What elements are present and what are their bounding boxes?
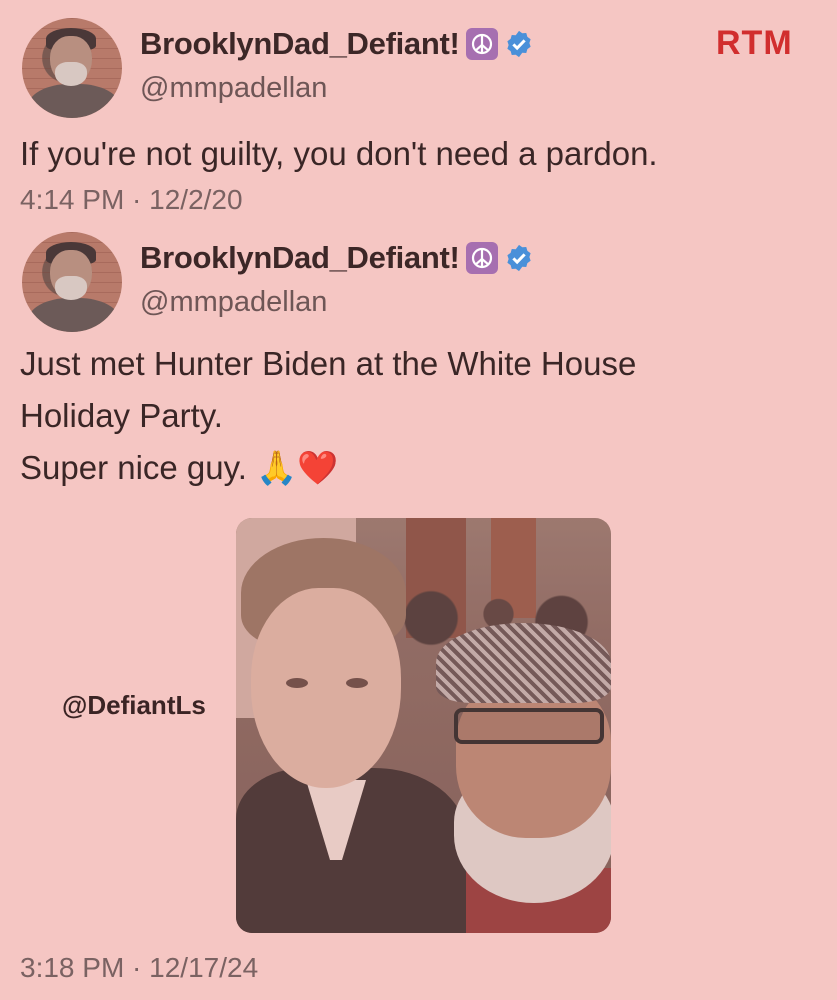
tweet-text-line: Holiday Party. bbox=[20, 397, 223, 434]
tweet-text: Just met Hunter Biden at the White House… bbox=[20, 338, 817, 494]
tweet-2[interactable]: BrooklynDad_Defiant! @mmpadellan Just me… bbox=[0, 0, 837, 1000]
tweet-text-line: Super nice guy. 🙏❤️ bbox=[20, 449, 339, 486]
tweet-photo[interactable] bbox=[236, 518, 611, 933]
peace-symbol-icon bbox=[465, 242, 498, 274]
display-name[interactable]: BrooklynDad_Defiant! bbox=[140, 240, 460, 276]
watermark: @DefiantLs bbox=[62, 690, 206, 720]
verified-badge-icon bbox=[506, 244, 531, 272]
avatar[interactable] bbox=[22, 232, 122, 332]
tweet-text-line: Just met Hunter Biden at the White House bbox=[20, 345, 637, 382]
user-handle[interactable]: @mmpadellan bbox=[140, 286, 327, 319]
tweet-timestamp[interactable]: 3:18 PM · 12/17/24 bbox=[20, 952, 258, 984]
